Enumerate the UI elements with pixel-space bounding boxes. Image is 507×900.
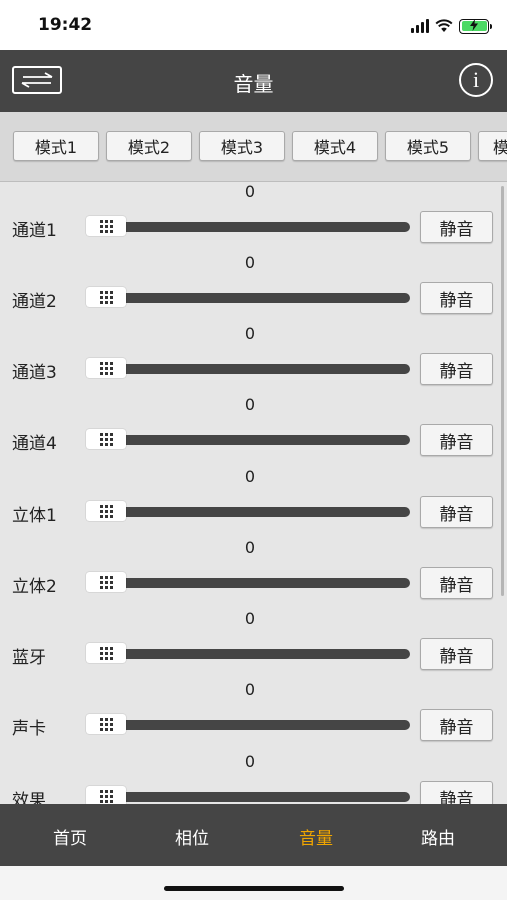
channel-label: 效果 <box>12 791 46 804</box>
mode-strip[interactable]: 模式1 模式2 模式3 模式4 模式5 模 <box>0 112 507 182</box>
channel-value: 0 <box>244 253 256 272</box>
slider-thumb-grip-icon[interactable] <box>86 287 126 307</box>
mute-button[interactable]: 静音 <box>420 353 493 385</box>
tab-volume[interactable]: 音量 <box>276 824 356 849</box>
channel-label: 立体2 <box>12 577 57 597</box>
channel-value: 0 <box>244 680 256 699</box>
channel-row: 0 通道3 静音 <box>0 324 507 396</box>
mode-button-3[interactable]: 模式3 <box>199 131 285 161</box>
volume-slider-track[interactable] <box>88 507 410 517</box>
tab-phase[interactable]: 相位 <box>152 824 232 849</box>
channel-value: 0 <box>244 324 256 343</box>
volume-slider-track[interactable] <box>88 364 410 374</box>
volume-slider-track[interactable] <box>88 720 410 730</box>
channel-row: 0 立体2 静音 <box>0 538 507 610</box>
channel-label: 声卡 <box>12 719 46 739</box>
info-icon[interactable]: i <box>459 63 493 97</box>
status-icons <box>411 16 492 36</box>
slider-thumb-grip-icon[interactable] <box>86 216 126 236</box>
mode-button-2[interactable]: 模式2 <box>106 131 192 161</box>
mute-button[interactable]: 静音 <box>420 424 493 456</box>
channel-value: 0 <box>244 395 256 414</box>
wifi-icon <box>435 19 453 32</box>
channel-label: 通道3 <box>12 363 57 383</box>
tab-bar: 首页 相位 音量 路由 <box>0 804 507 866</box>
channel-row: 0 通道2 静音 <box>0 253 507 325</box>
channel-value: 0 <box>244 609 256 628</box>
status-bar: 19:42 <box>0 0 507 50</box>
channel-row: 0 效果 静音 <box>0 752 507 804</box>
channel-label: 通道4 <box>12 434 57 454</box>
tab-routing[interactable]: 路由 <box>398 824 478 849</box>
slider-thumb-grip-icon[interactable] <box>86 358 126 378</box>
channel-row: 0 蓝牙 静音 <box>0 609 507 681</box>
mode-button-4[interactable]: 模式4 <box>292 131 378 161</box>
status-time: 19:42 <box>38 15 93 35</box>
home-indicator[interactable] <box>164 886 344 891</box>
channel-label: 蓝牙 <box>12 648 46 668</box>
channel-row: 0 声卡 静音 <box>0 680 507 752</box>
volume-slider-track[interactable] <box>88 222 410 232</box>
info-glyph: i <box>472 67 480 92</box>
channel-row: 0 立体1 静音 <box>0 467 507 539</box>
slider-thumb-grip-icon[interactable] <box>86 714 126 734</box>
volume-slider-track[interactable] <box>88 649 410 659</box>
mute-button[interactable]: 静音 <box>420 567 493 599</box>
slider-thumb-grip-icon[interactable] <box>86 786 126 804</box>
mute-button[interactable]: 静音 <box>420 211 493 243</box>
battery-level <box>461 19 487 31</box>
channel-label: 通道1 <box>12 221 57 241</box>
channel-label: 立体1 <box>12 506 57 526</box>
channel-value: 0 <box>244 182 256 201</box>
mute-button[interactable]: 静音 <box>420 709 493 741</box>
channel-value: 0 <box>244 538 256 557</box>
mute-button[interactable]: 静音 <box>420 638 493 670</box>
cellular-signal-icon <box>411 19 429 33</box>
slider-thumb-grip-icon[interactable] <box>86 501 126 521</box>
channel-row: 0 通道1 静音 <box>0 182 507 254</box>
battery-charging-icon <box>459 18 492 34</box>
volume-slider-track[interactable] <box>88 792 410 802</box>
channel-row: 0 通道4 静音 <box>0 395 507 467</box>
volume-slider-track[interactable] <box>88 578 410 588</box>
home-indicator-area <box>0 866 507 900</box>
channel-value: 0 <box>244 467 256 486</box>
mode-button-1[interactable]: 模式1 <box>13 131 99 161</box>
mute-button[interactable]: 静音 <box>420 282 493 314</box>
tab-home[interactable]: 首页 <box>30 824 110 849</box>
channel-value: 0 <box>244 752 256 771</box>
slider-thumb-grip-icon[interactable] <box>86 429 126 449</box>
channel-label: 通道2 <box>12 292 57 312</box>
channel-list[interactable]: 0 通道1 静音 0 通道2 静音 0 通道3 静音 0 通道4 静音 0 立体… <box>0 182 507 804</box>
slider-thumb-grip-icon[interactable] <box>86 643 126 663</box>
volume-slider-track[interactable] <box>88 293 410 303</box>
nav-bar: 音量 i <box>0 50 507 112</box>
mode-button-6[interactable]: 模 <box>478 131 507 161</box>
slider-thumb-grip-icon[interactable] <box>86 572 126 592</box>
mute-button[interactable]: 静音 <box>420 496 493 528</box>
page-title: 音量 <box>233 72 274 96</box>
volume-slider-track[interactable] <box>88 435 410 445</box>
mute-button[interactable]: 静音 <box>420 781 493 804</box>
mode-button-5[interactable]: 模式5 <box>385 131 471 161</box>
